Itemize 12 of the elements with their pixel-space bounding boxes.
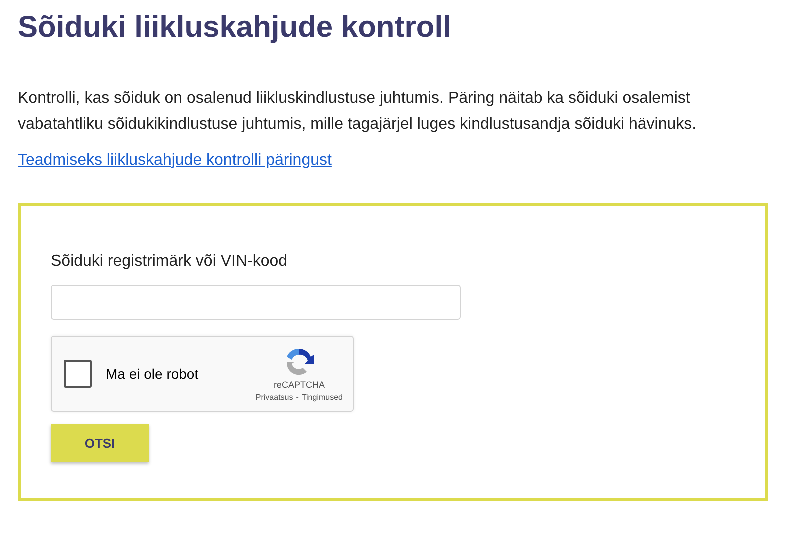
page-title: Sõiduki liikluskahjude kontroll	[18, 10, 452, 46]
recaptcha-brand: reCAPTCHA	[274, 380, 325, 390]
info-link[interactable]: Teadmiseks liikluskahjude kontrolli päringust	[18, 152, 332, 170]
field-label: Sõiduki registrimärk või VIN-kood	[51, 253, 288, 271]
captcha-label: Ma ei ole robot	[106, 366, 200, 382]
link-separator: -	[296, 393, 299, 402]
captcha-checkbox[interactable]	[64, 360, 92, 388]
search-button[interactable]: OTSI	[51, 424, 149, 462]
intro-paragraph: Kontrolli, kas sõiduk on osalenud liikluskindlustuse juhtumis. Päring näitab ka sõiduki osalemist vabatahtliku sõidukikindlustuse juhtumis, mille tagajärjel luges kindlustusandja sõiduki hävinuks.	[18, 89, 698, 135]
input-field[interactable]	[51, 285, 461, 320]
privacy-link[interactable]: Privaatsus	[256, 393, 294, 402]
terms-link[interactable]: Tingimused	[302, 393, 343, 402]
